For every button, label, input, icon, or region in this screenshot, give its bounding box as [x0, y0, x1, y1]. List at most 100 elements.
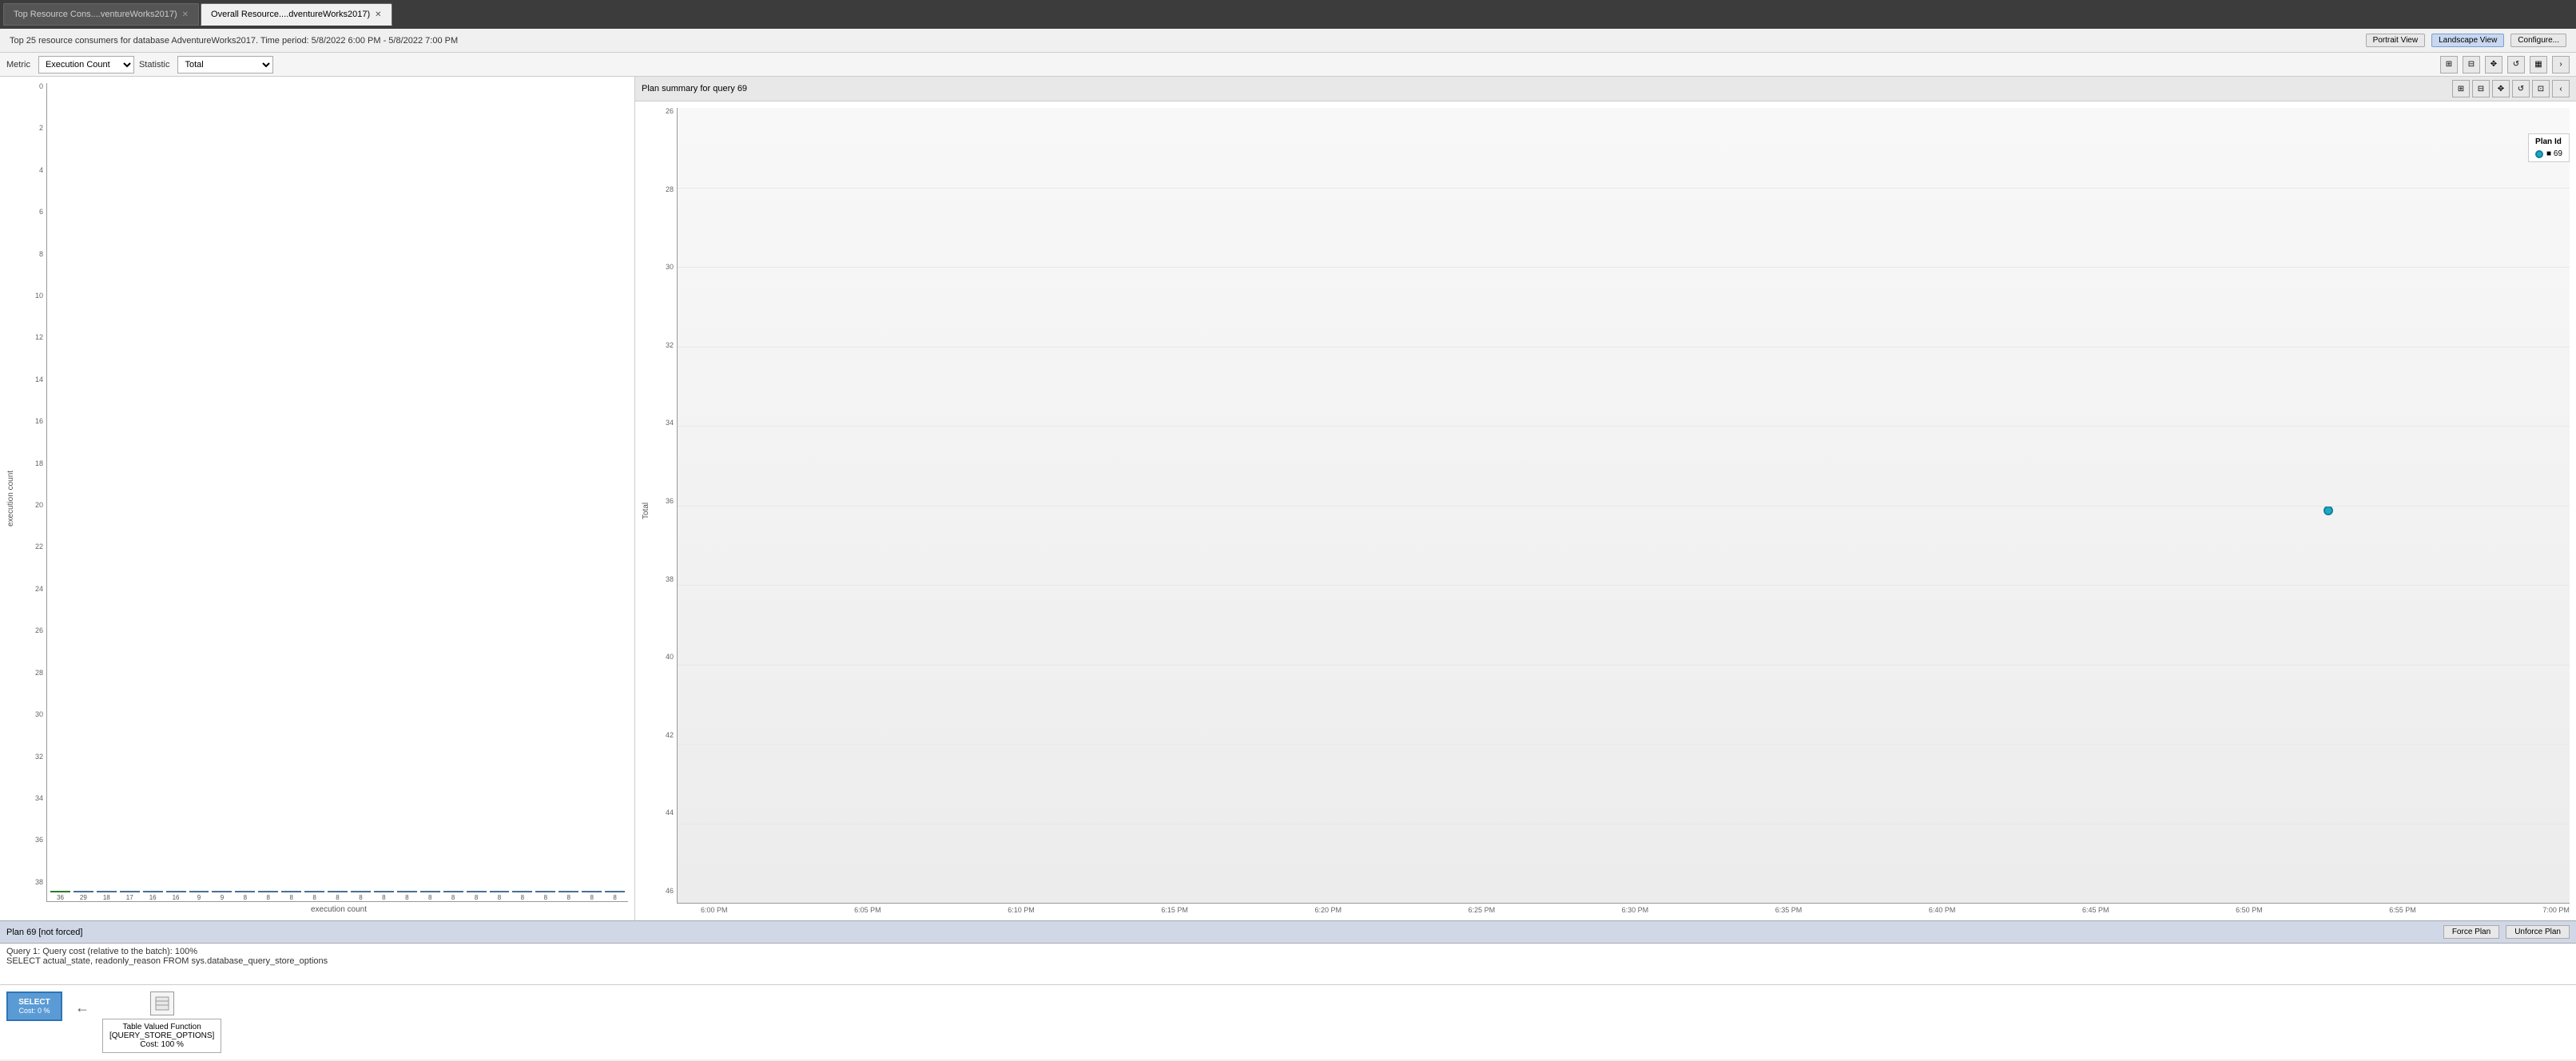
statistic-dropdown[interactable]: Total: [177, 56, 273, 74]
bar[interactable]: [258, 891, 278, 892]
bar-chart-button[interactable]: ▦: [2530, 56, 2547, 74]
bar-group[interactable]: 8: [443, 891, 463, 901]
rp-zoom-in-button[interactable]: ⊞: [2452, 80, 2470, 97]
tab-overall-resource[interactable]: Overall Resource....dventureWorks2017) ✕: [201, 3, 392, 26]
bar-group[interactable]: 8: [328, 891, 348, 901]
bar[interactable]: [235, 891, 255, 892]
scatter-dot[interactable]: [2324, 506, 2333, 515]
bar[interactable]: [467, 891, 487, 892]
scatter-y-tick: 44: [666, 809, 674, 817]
bar[interactable]: [582, 891, 602, 892]
bar[interactable]: [512, 891, 532, 892]
bar[interactable]: [328, 891, 348, 892]
tab-label: Overall Resource....dventureWorks2017): [211, 10, 370, 19]
bar-label: 17: [126, 894, 133, 901]
zoom-out-button[interactable]: ⊟: [2463, 56, 2480, 74]
bar[interactable]: [443, 891, 463, 892]
bar-group[interactable]: 8: [304, 891, 324, 901]
bar[interactable]: [420, 891, 440, 892]
y-tick: 4: [39, 167, 43, 174]
close-icon[interactable]: ✕: [375, 10, 381, 19]
bar-group[interactable]: 16: [166, 891, 186, 901]
y-tick: 20: [35, 502, 43, 509]
select-node-label: SELECT: [16, 998, 53, 1007]
grid-line: [678, 426, 2570, 427]
bar-group[interactable]: 8: [490, 891, 510, 901]
bar-label: 8: [475, 894, 478, 901]
scatter-plot: [677, 108, 2570, 904]
bar[interactable]: [166, 891, 186, 892]
bar-group[interactable]: 8: [535, 891, 555, 901]
bar-label: 16: [149, 894, 157, 901]
bar-group[interactable]: 17: [120, 891, 140, 901]
bar-group[interactable]: 8: [397, 891, 417, 901]
close-icon[interactable]: ✕: [182, 10, 189, 19]
legend-box: Plan Id ■ 69: [2528, 133, 2570, 162]
bottom-section: Plan 69 [not forced] Force Plan Unforce …: [0, 920, 2576, 1059]
rp-collapse-button[interactable]: ‹: [2552, 80, 2570, 97]
metric-dropdown[interactable]: Execution Count: [38, 56, 134, 74]
bar-group[interactable]: 8: [235, 891, 255, 901]
zoom-in-button[interactable]: ⊞: [2440, 56, 2458, 74]
bar-group[interactable]: 36: [50, 891, 70, 901]
collapse-left-button[interactable]: ›: [2552, 56, 2570, 74]
bar-group[interactable]: 8: [512, 891, 532, 901]
rp-zoom-rect-button[interactable]: ⊡: [2532, 80, 2550, 97]
func-node-cost: Cost: 100 %: [140, 1040, 183, 1049]
bar[interactable]: [605, 891, 625, 892]
unforce-plan-button[interactable]: Unforce Plan: [2506, 925, 2570, 939]
chart-inner: 38363432302826242220181614121086420 3629…: [22, 83, 628, 914]
configure-button[interactable]: Configure...: [2510, 34, 2566, 47]
bar-group[interactable]: 16: [143, 891, 163, 901]
bar[interactable]: [189, 891, 209, 892]
bar[interactable]: [490, 891, 510, 892]
reset-button[interactable]: ↺: [2507, 56, 2525, 74]
bar-group[interactable]: 8: [374, 891, 394, 901]
y-tick: 14: [35, 376, 43, 383]
rp-pan-button[interactable]: ✥: [2492, 80, 2510, 97]
bar-group[interactable]: 8: [258, 891, 278, 901]
bar[interactable]: [50, 891, 70, 892]
portrait-view-button[interactable]: Portrait View: [2366, 34, 2426, 47]
select-node: SELECT Cost: 0 %: [6, 991, 62, 1021]
bar-group[interactable]: 8: [351, 891, 371, 901]
bar[interactable]: [304, 891, 324, 892]
bar-group[interactable]: 9: [189, 891, 209, 901]
grid-line: [678, 824, 2570, 825]
bar[interactable]: [74, 891, 93, 892]
scatter-x-tick: 6:50 PM: [2236, 906, 2263, 914]
y-tick: 24: [35, 586, 43, 593]
bar[interactable]: [559, 891, 578, 892]
bar[interactable]: [120, 891, 140, 892]
bar[interactable]: [374, 891, 394, 892]
force-plan-button[interactable]: Force Plan: [2443, 925, 2499, 939]
rp-reset-button[interactable]: ↺: [2512, 80, 2530, 97]
tab-resource-consumers[interactable]: Top Resource Cons....ventureWorks2017) ✕: [3, 3, 199, 26]
bar-group[interactable]: 18: [97, 891, 117, 901]
bar-group[interactable]: 8: [605, 891, 625, 901]
bar-group[interactable]: 8: [582, 891, 602, 901]
bar[interactable]: [351, 891, 371, 892]
bar-label: 8: [382, 894, 385, 901]
bar-group[interactable]: 29: [74, 891, 93, 901]
pan-button[interactable]: ✥: [2485, 56, 2502, 74]
bar-group[interactable]: 8: [559, 891, 578, 901]
rp-zoom-out-button[interactable]: ⊟: [2472, 80, 2490, 97]
total-y-label: Total: [642, 108, 653, 914]
bar-group[interactable]: 9: [212, 891, 232, 901]
bar-label: 8: [521, 894, 524, 901]
landscape-view-button[interactable]: Landscape View: [2431, 34, 2504, 47]
bar[interactable]: [535, 891, 555, 892]
scatter-y-tick: 42: [666, 732, 674, 739]
bar-label: 8: [336, 894, 339, 901]
grid-line: [678, 744, 2570, 745]
bar[interactable]: [281, 891, 301, 892]
bar-group[interactable]: 8: [467, 891, 487, 901]
bar-group[interactable]: 8: [281, 891, 301, 901]
bar[interactable]: [397, 891, 417, 892]
bar[interactable]: [143, 891, 163, 892]
bar[interactable]: [212, 891, 232, 892]
right-toolbar: ⊞ ⊟ ✥ ↺ ⊡ ‹: [2452, 80, 2570, 97]
bar[interactable]: [97, 891, 117, 892]
bar-group[interactable]: 8: [420, 891, 440, 901]
